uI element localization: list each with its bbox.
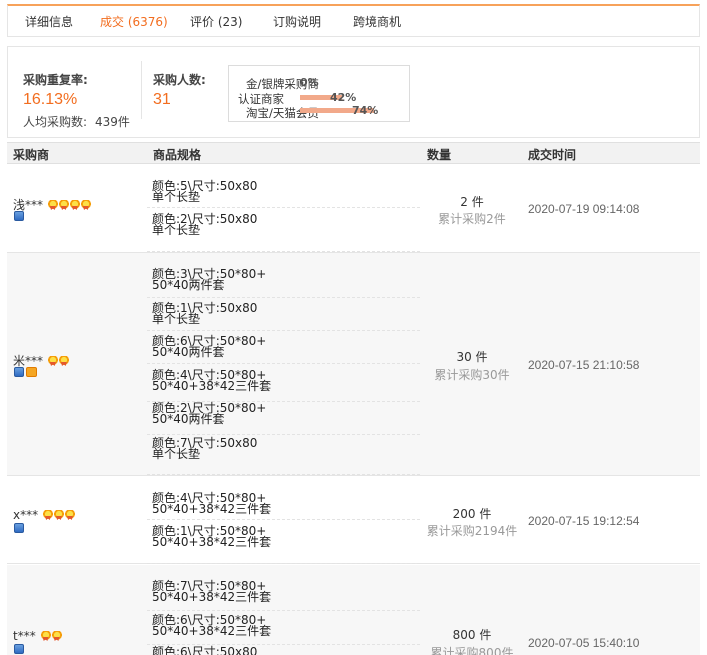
taobao-member-icon: [26, 367, 37, 377]
avg-purchase-value: 439件: [95, 115, 130, 129]
purchase-summary: 采购重复率: 16.13% 人均采购数: 439件 采购人数: 31 金/银牌采…: [7, 46, 700, 138]
table-row: x*** 颜色:4\尺寸:50*80+ 50*40+38*42三件套 颜色:1\…: [7, 477, 700, 564]
table-row: 浅*** 颜色:5\尺寸:50x80 单个长垫 颜色:2\尺寸:50x80 单个…: [7, 165, 700, 253]
avg-purchase-label: 人均采购数:: [23, 115, 88, 129]
membership-breakdown-popup: 金/银牌采购商 0% 认证商家 42% 淘宝/天猫会员 74%: [228, 65, 410, 122]
header-time: 成交时间: [528, 148, 577, 162]
membership-pct-taobao: 74%: [352, 104, 379, 117]
spec-item: 颜色:6\尺寸:50*80+ 50*40两件套: [147, 331, 420, 364]
table-row: t*** 颜色:7\尺寸:50*80+ 50*40+38*42三件套 颜色:6\…: [7, 565, 700, 655]
spec-item: 颜色:1\尺寸:50x80 单个长垫: [147, 298, 420, 331]
certified-icon: [14, 523, 24, 533]
tab-cross-border[interactable]: 跨境商机: [353, 13, 401, 30]
spec-item: 颜色:6\尺寸:50x80: [152, 645, 258, 655]
transaction-time: 2020-07-05 15:40:10: [528, 636, 640, 650]
header-quantity: 数量: [427, 148, 452, 162]
cumulative-purchase: 累计采购800件: [430, 646, 514, 655]
buyer-name[interactable]: 浅***: [13, 196, 91, 213]
spec-item: 颜色:6\尺寸:50*80+ 50*40+38*42三件套: [147, 611, 420, 645]
tab-bar: 详细信息 成交 (6376) 评价 (23) 订购说明 跨境商机: [7, 4, 700, 37]
spec-item: 颜色:4\尺寸:50*80+ 50*40+38*42三件套: [147, 477, 420, 520]
buyer-name[interactable]: t***: [13, 629, 62, 643]
certified-icon: [14, 644, 24, 654]
certified-icon: [14, 211, 24, 221]
membership-pct-certified: 42%: [330, 91, 357, 104]
tab-details[interactable]: 详细信息: [25, 13, 73, 30]
transaction-time: 2020-07-19 09:14:08: [528, 202, 640, 216]
cumulative-purchase: 累计采购2194件: [426, 524, 518, 538]
table-header: 采购商 商品规格 数量 成交时间: [7, 142, 700, 164]
buyer-name[interactable]: x***: [13, 508, 75, 522]
tab-order-instructions[interactable]: 订购说明: [273, 13, 321, 30]
spec-item: 颜色:1\尺寸:50*80+ 50*40+38*42三件套: [147, 520, 420, 564]
tab-reviews[interactable]: 评价 (23): [190, 13, 242, 30]
spec-item: 颜色:3\尺寸:50*80+ 50*40两件套: [147, 253, 420, 298]
spec-item: 颜色:7\尺寸:50*80+ 50*40+38*42三件套: [147, 565, 420, 611]
membership-pct-gold: 0%: [300, 76, 319, 89]
buyers-count-value: 31: [153, 91, 171, 108]
quantity: 2 件: [460, 195, 484, 209]
quantity: 800 件: [452, 628, 492, 642]
spec-item: 颜色:5\尺寸:50x80 单个长垫: [147, 165, 420, 208]
spec-item: 颜色:2\尺寸:50*80+ 50*40两件套: [147, 402, 420, 435]
spec-item: 颜色:7\尺寸:50x80 单个长垫: [147, 435, 420, 475]
table-row: 米*** 颜色:3\尺寸:50*80+ 50*40两件套 颜色:1\尺寸:50x…: [7, 253, 700, 476]
repeat-rate-value: 16.13%: [23, 91, 78, 108]
certified-icon: [14, 367, 24, 377]
cumulative-purchase: 累计采购2件: [438, 212, 506, 226]
divider: [141, 61, 142, 119]
spec-item: 颜色:4\尺寸:50*80+ 50*40+38*42三件套: [147, 364, 420, 402]
tab-transactions[interactable]: 成交 (6376): [100, 13, 168, 30]
header-spec: 商品规格: [153, 148, 202, 162]
quantity: 200 件: [452, 507, 492, 521]
buyers-count-label: 采购人数:: [153, 73, 206, 87]
repeat-rate-label: 采购重复率:: [23, 73, 88, 87]
spec-item: 颜色:2\尺寸:50x80 单个长垫: [147, 208, 420, 252]
quantity: 30 件: [456, 350, 488, 364]
transaction-time: 2020-07-15 21:10:58: [528, 358, 640, 372]
cumulative-purchase: 累计采购30件: [434, 368, 510, 382]
header-buyer: 采购商: [13, 148, 50, 162]
transaction-time: 2020-07-15 19:12:54: [528, 514, 640, 528]
